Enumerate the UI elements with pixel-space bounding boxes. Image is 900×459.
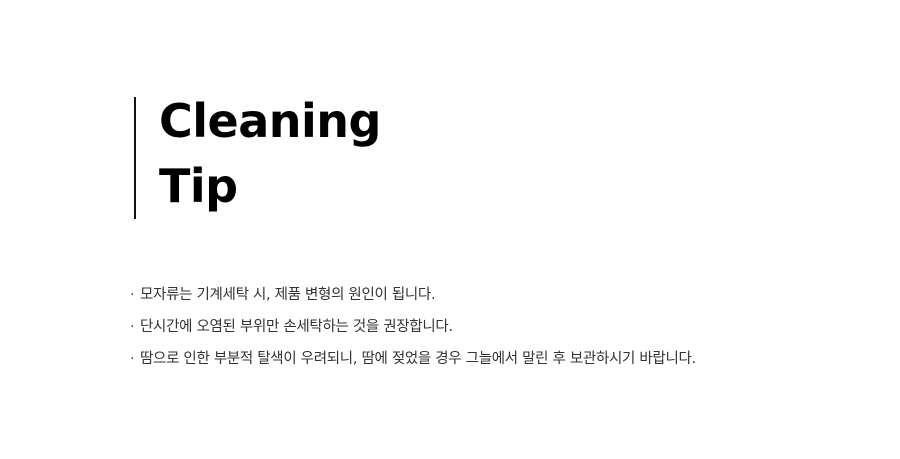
tip-text: 땀으로 인한 부분적 탈색이 우려되니, 땀에 젖었을 경우 그늘에서 말린 후… [140, 351, 696, 367]
tips-list: · 모자류는 기계세탁 시, 제품 변형의 원인이 됩니다. · 단시간에 오염된 … [130, 279, 696, 375]
tip-text: 단시간에 오염된 부위만 손세탁하는 것을 권장합니다. [140, 319, 453, 335]
title-line-2: Tip [159, 159, 238, 213]
title-line-1: Cleaning [159, 94, 381, 148]
tip-text: 모자류는 기계세탁 시, 제품 변형의 원인이 됩니다. [140, 287, 436, 303]
bullet: · [130, 287, 135, 303]
bullet: · [130, 351, 135, 367]
title-block: Cleaning Tip [134, 94, 436, 219]
list-item: · 땀으로 인한 부분적 탈색이 우려되니, 땀에 젖었을 경우 그늘에서 말린 … [130, 343, 696, 375]
bullet: · [130, 319, 135, 335]
list-item: · 단시간에 오염된 부위만 손세탁하는 것을 권장합니다. [130, 311, 696, 343]
list-item: · 모자류는 기계세탁 시, 제품 변형의 원인이 됩니다. [130, 279, 696, 311]
